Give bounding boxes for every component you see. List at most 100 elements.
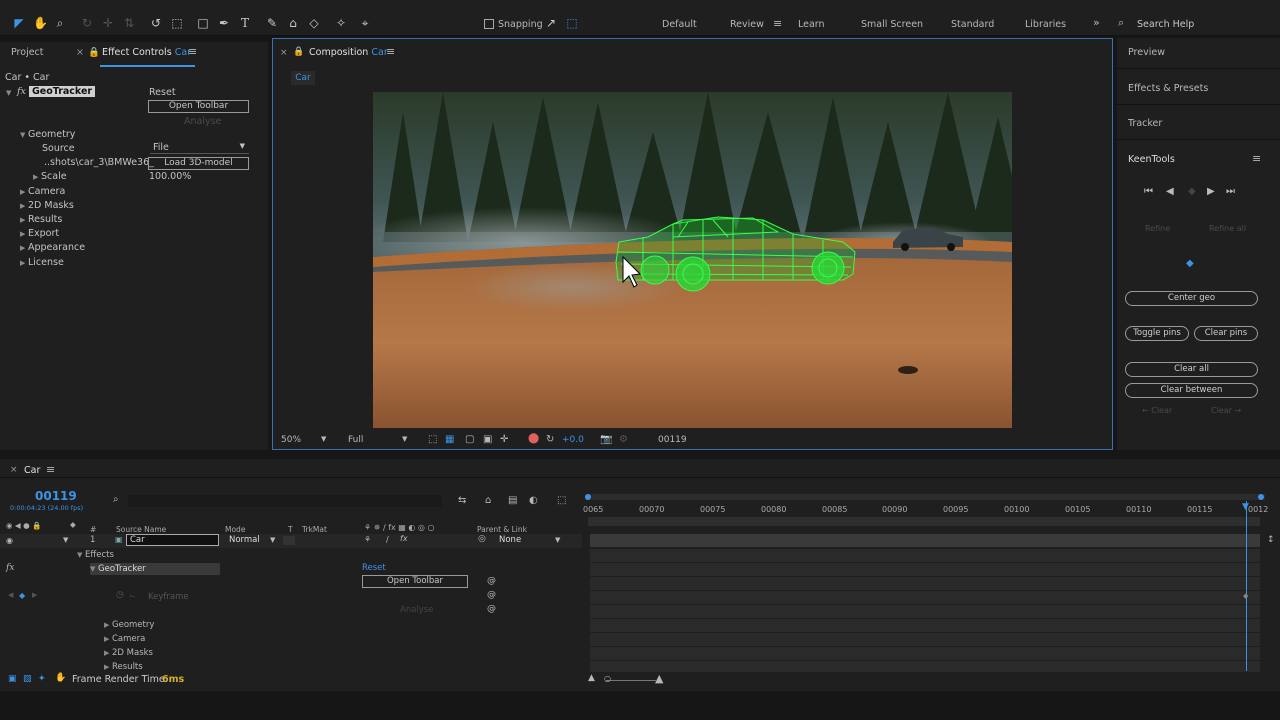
ruler-bar[interactable] <box>588 517 1260 526</box>
effect-name[interactable]: GeoTracker <box>29 86 96 97</box>
effects-switch-icon[interactable]: fx <box>400 534 408 543</box>
orbit-tool-icon[interactable]: ↻ <box>80 16 94 30</box>
text-tool-icon[interactable]: T <box>238 16 252 30</box>
next-keyframe-icon[interactable]: ⏭ <box>1226 186 1235 197</box>
close-timeline-tab-icon[interactable]: × <box>10 465 18 475</box>
mask-visibility-icon[interactable]: ▢ <box>465 434 474 445</box>
pick-whip-icon[interactable]: ◎ <box>478 534 486 544</box>
zoom-slider-track[interactable] <box>606 680 656 681</box>
current-timecode[interactable]: 00119 <box>658 435 687 445</box>
comp-menu-icon[interactable]: ≡ <box>386 45 395 58</box>
pen-tool-icon[interactable]: ✒ <box>217 16 231 30</box>
step-forward-icon[interactable]: ▶ <box>1207 186 1215 197</box>
work-area-end-handle[interactable] <box>1258 494 1264 500</box>
column-source-name[interactable]: Source Name <box>116 525 166 534</box>
keyframe-diamond-icon[interactable]: ◆ <box>1186 258 1194 269</box>
stopwatch-icon[interactable]: ◷ <box>116 590 124 600</box>
transparency-grid-icon[interactable]: ▦ <box>445 434 454 445</box>
layer-twirl-icon[interactable]: ▼ <box>63 536 68 544</box>
column-mode[interactable]: Mode <box>225 525 245 534</box>
effects-group[interactable]: ▼ Effects <box>77 550 114 560</box>
shy-switch-icon[interactable]: ⚘ <box>364 535 371 544</box>
timeline-analyse-button[interactable]: Analyse <box>400 605 433 615</box>
refine-button[interactable]: Refine <box>1145 224 1170 233</box>
section-2d-masks[interactable]: ▶ 2D Masks <box>20 200 74 211</box>
current-frame[interactable]: 00119 <box>35 489 77 503</box>
toggle-transfer-controls-icon[interactable]: ▧ <box>23 674 32 684</box>
grid-icon[interactable]: ✛ <box>500 434 508 445</box>
workspace-libraries[interactable]: Libraries <box>1025 19 1066 30</box>
close-comp-tab-icon[interactable]: × <box>280 48 288 58</box>
keyframe-nav-next-icon[interactable]: ▶ <box>32 591 37 599</box>
refine-all-button[interactable]: Refine all <box>1209 224 1246 233</box>
clear-right-button[interactable]: Clear → <box>1211 406 1241 415</box>
show-snapshot-icon[interactable]: ⚙ <box>619 434 628 445</box>
close-tab-icon[interactable]: × <box>76 47 84 58</box>
visibility-eye-icon[interactable]: ◉ <box>6 536 13 545</box>
column-parent-link[interactable]: Parent & Link <box>477 525 527 534</box>
prev-keyframe-icon[interactable]: ⏮ <box>1144 186 1153 197</box>
comp-mini-flowchart-icon[interactable]: ⇆ <box>458 495 466 506</box>
search-icon[interactable]: ⌕ <box>113 494 119 505</box>
column-t[interactable]: T <box>288 525 293 534</box>
toggle-layer-switches-icon[interactable]: ▣ <box>8 674 17 684</box>
zoom-slider-handle[interactable]: ○ <box>604 674 611 683</box>
parent-dropdown[interactable]: None <box>499 535 521 545</box>
graph-editor-icon[interactable]: ⬚ <box>557 495 566 506</box>
playhead-handle-icon[interactable]: ▼ <box>1242 502 1249 512</box>
blend-mode-dropdown[interactable]: Normal <box>229 535 260 545</box>
keyframe-marker-icon[interactable]: ◆ <box>19 591 25 600</box>
scale-section[interactable]: ▶ Scale <box>33 171 67 182</box>
tab-effect-controls[interactable]: Effect Controls Car <box>102 47 191 58</box>
step-back-icon[interactable]: ◀ <box>1166 186 1174 197</box>
search-icon[interactable]: ⌕ <box>1118 16 1124 30</box>
clear-left-button[interactable]: ← Clear <box>1142 406 1172 415</box>
timeline-scroll-icon[interactable]: ↕ <box>1267 535 1275 545</box>
timeline-camera[interactable]: ▶ Camera <box>104 634 145 644</box>
center-geo-button[interactable]: Center geo <box>1125 291 1258 306</box>
snap-features-icon[interactable]: ⬚ <box>565 16 579 30</box>
timeline-2d-masks[interactable]: ▶ 2D Masks <box>104 648 153 658</box>
analyse-button[interactable]: Analyse <box>184 116 221 127</box>
pan-behind-icon[interactable]: ⬚ <box>170 16 184 30</box>
preserve-transparency-toggle[interactable] <box>283 536 295 545</box>
tracker-header[interactable]: Tracker <box>1128 118 1162 129</box>
puppet-pin-icon[interactable]: ⌖ <box>358 16 372 30</box>
composition-viewer[interactable] <box>373 92 1012 428</box>
timeline-results[interactable]: ▶ Results <box>104 662 143 672</box>
open-toolbar-button[interactable]: Open Toolbar <box>148 100 249 113</box>
timeline-open-toolbar-button[interactable]: Open Toolbar <box>362 575 468 588</box>
track-xy-icon[interactable]: ✛ <box>101 16 115 30</box>
zoom-dropdown[interactable]: 50% ▼ <box>281 435 331 445</box>
comp-subtab[interactable]: Car <box>291 71 315 85</box>
section-license[interactable]: ▶ License <box>20 257 64 268</box>
motion-blur-icon[interactable]: ◐ <box>529 495 538 506</box>
frame-blending-icon[interactable]: ▤ <box>508 495 517 506</box>
eraser-tool-icon[interactable]: ◇ <box>307 16 321 30</box>
workspace-menu-icon[interactable]: ≡ <box>773 17 782 30</box>
workspace-review[interactable]: Review <box>730 19 764 30</box>
layer-duration-bar[interactable] <box>590 534 1260 547</box>
section-camera[interactable]: ▶ Camera <box>20 186 65 197</box>
expression-icon[interactable]: @ <box>487 576 496 586</box>
exposure-value[interactable]: +0.0 <box>562 435 584 445</box>
timeline-reset-link[interactable]: Reset <box>362 563 386 573</box>
keyframe-marker-icon[interactable]: ◆ <box>1243 592 1248 600</box>
section-results[interactable]: ▶ Results <box>20 214 62 225</box>
section-appearance[interactable]: ▶ Appearance <box>20 242 85 253</box>
roto-brush-icon[interactable]: ✧ <box>334 16 348 30</box>
guides-icon[interactable]: ▣ <box>483 434 492 445</box>
search-help-field[interactable]: Search Help <box>1137 19 1194 30</box>
section-export[interactable]: ▶ Export <box>20 228 59 239</box>
zoom-tool-icon[interactable]: ⌕ <box>53 16 67 30</box>
keentools-menu-icon[interactable]: ≡ <box>1252 152 1261 165</box>
clear-between-button[interactable]: Clear between <box>1125 383 1258 398</box>
timeline-tab[interactable]: Car <box>24 465 40 476</box>
effects-presets-header[interactable]: Effects & Presets <box>1128 83 1208 94</box>
clone-stamp-icon[interactable]: ⌂ <box>286 16 300 30</box>
work-area-bar[interactable] <box>585 494 1265 500</box>
toggle-in-out-icon[interactable]: ✦ <box>38 674 46 684</box>
selection-tool-icon[interactable]: ◤ <box>12 16 26 30</box>
color-channels-icon[interactable]: ⬤ <box>528 433 539 444</box>
workspace-standard[interactable]: Standard <box>951 19 994 30</box>
